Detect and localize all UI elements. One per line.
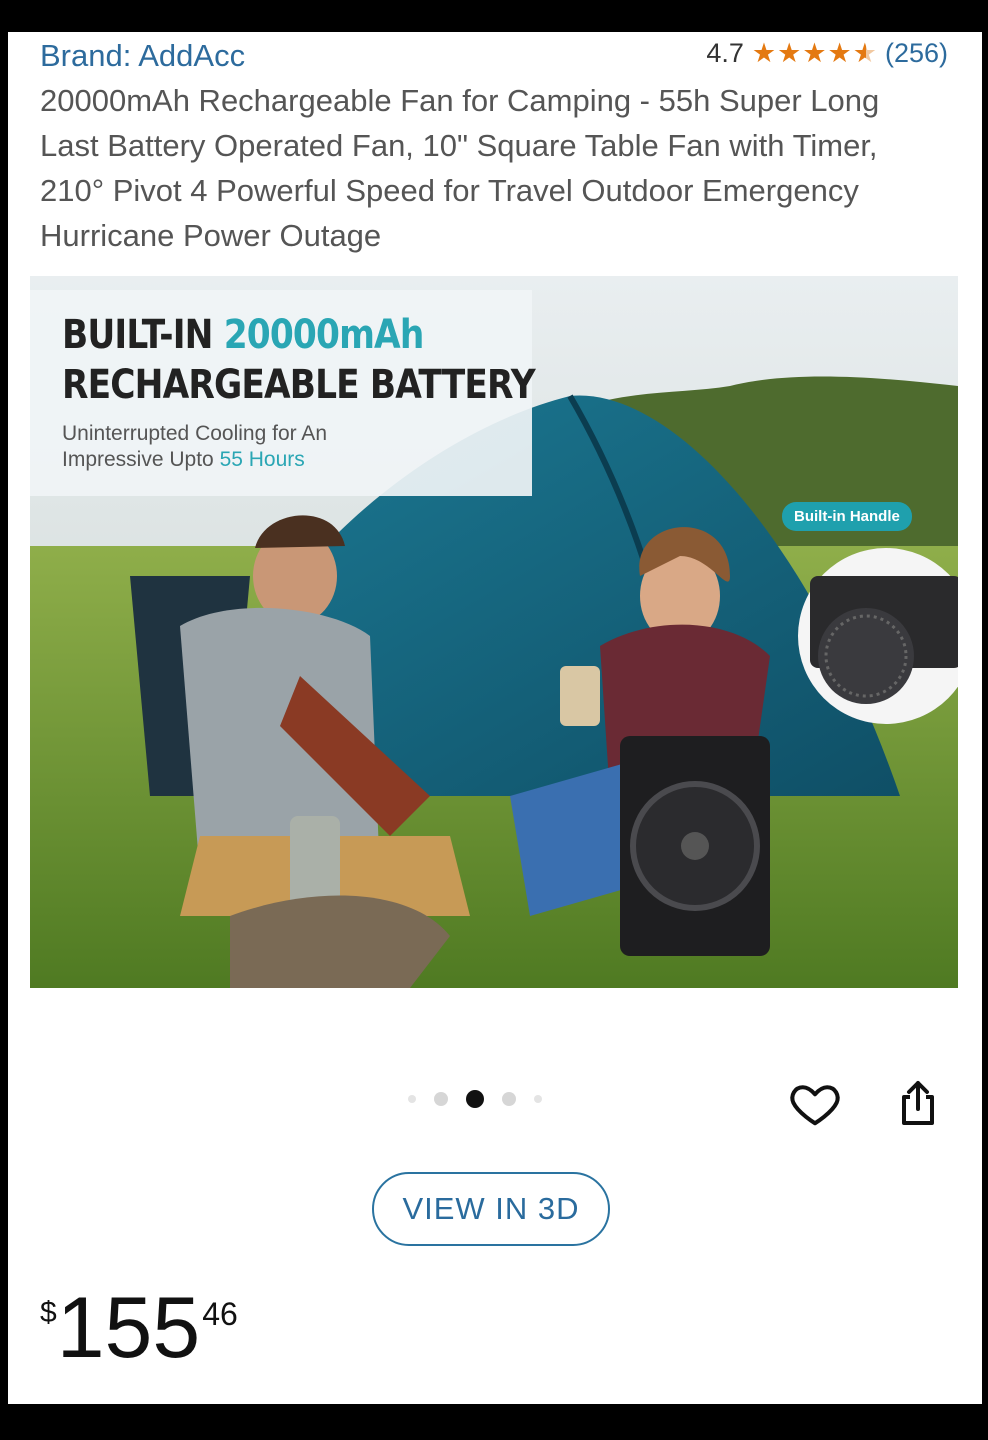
product-title: 20000mAh Rechargeable Fan for Camping - … [40, 83, 880, 253]
subheadline-line-2: Impressive Upto 55 Hours [62, 448, 305, 472]
headline-line-2: RECHARGEABLE BATTERY [62, 362, 536, 408]
share-icon [902, 1081, 934, 1125]
view-in-3d-button[interactable]: VIEW IN 3D [372, 1172, 610, 1246]
price: $ 155 46 [40, 1282, 238, 1374]
price-currency: $ [40, 1296, 57, 1329]
carousel-dot[interactable] [502, 1092, 516, 1106]
subheadline-accent: 55 Hours [219, 448, 305, 471]
heart-icon [790, 1085, 840, 1126]
product-image[interactable]: BUILT-IN 20000mAh RECHARGEABLE BATTERY U… [30, 276, 958, 988]
star-icon: ★ [827, 38, 852, 68]
carousel-dot[interactable] [408, 1095, 416, 1103]
rating-stars: ★ ★ ★ ★ ★ [752, 40, 877, 67]
star-icon: ★ [751, 38, 777, 68]
carousel-dot-active[interactable] [466, 1090, 484, 1108]
carousel-dot[interactable] [434, 1092, 448, 1106]
headline-prefix: BUILT-IN [62, 312, 224, 358]
share-button[interactable] [894, 1076, 942, 1135]
product-screen: Brand: AddAcc 4.7 ★ ★ ★ ★ ★ (256) 20000m… [8, 32, 982, 1404]
price-fraction: 46 [202, 1296, 238, 1332]
headline-line-1: BUILT-IN 20000mAh [62, 312, 425, 358]
subheadline-line-1: Uninterrupted Cooling for An [62, 422, 327, 445]
brand-link[interactable]: Brand: AddAcc [40, 38, 245, 74]
carousel-indicator [408, 1090, 542, 1108]
star-icon: ★ [777, 38, 802, 68]
price-whole: 155 [56, 1280, 201, 1376]
wishlist-button[interactable] [788, 1076, 842, 1135]
rating-value: 4.7 [706, 38, 744, 68]
subheadline-prefix: Impressive Upto [62, 448, 220, 471]
carousel-dot[interactable] [534, 1095, 542, 1103]
star-icon: ★ [802, 38, 827, 68]
handle-badge: Built-in Handle [782, 502, 912, 531]
rating-summary[interactable]: 4.7 ★ ★ ★ ★ ★ (256) [706, 38, 948, 69]
headline-accent: 20000mAh [223, 312, 425, 358]
headline-overlay: BUILT-IN 20000mAh RECHARGEABLE BATTERY U… [30, 290, 536, 496]
rating-count-link[interactable]: (256) [885, 38, 948, 69]
half-star-icon: ★ [852, 38, 877, 68]
